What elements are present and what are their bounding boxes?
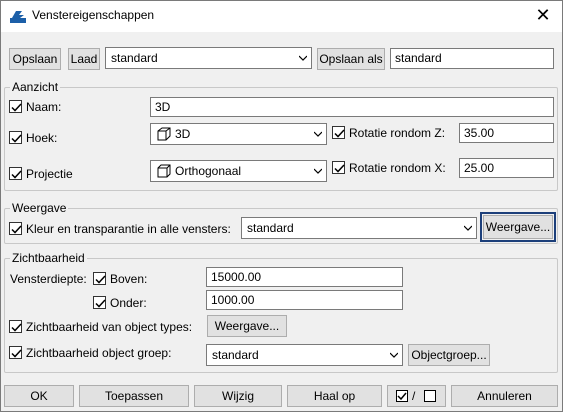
checkmark-icon bbox=[11, 134, 22, 143]
checkmark-icon bbox=[11, 103, 22, 112]
rotatie-x-checkbox[interactable] bbox=[332, 161, 345, 174]
hoek-label: Hoek: bbox=[26, 131, 58, 145]
checked-box-icon bbox=[396, 390, 408, 402]
onder-input[interactable]: 1000.00 bbox=[206, 290, 403, 310]
rotatie-x-label: Rotatie rondom X: bbox=[349, 161, 446, 175]
object-types-label: Zichtbaarheid van object types: bbox=[26, 320, 193, 334]
onder-checkbox[interactable] bbox=[93, 296, 106, 309]
object-types-weergave-button[interactable]: Weergave... bbox=[207, 315, 287, 337]
hoek-select[interactable]: 3D bbox=[150, 123, 327, 145]
wijzig-button[interactable]: Wijzig bbox=[194, 385, 282, 407]
object-groep-label: Zichtbaarheid object groep: bbox=[26, 346, 172, 360]
orthographic-cube-icon bbox=[157, 164, 171, 178]
load-button[interactable]: Laad bbox=[68, 48, 100, 70]
chevron-down-icon bbox=[299, 55, 307, 61]
boven-input[interactable]: 15000.00 bbox=[206, 267, 403, 287]
weergave-button[interactable]: Weergave... bbox=[483, 215, 553, 239]
projectie-select[interactable]: Orthogonaal bbox=[150, 160, 327, 182]
haal-op-button[interactable]: Haal op bbox=[287, 385, 382, 407]
chevron-down-icon bbox=[314, 168, 322, 174]
boven-label: Boven: bbox=[110, 272, 148, 286]
toepassen-button[interactable]: Toepassen bbox=[79, 385, 189, 407]
close-icon[interactable]: ✕ bbox=[531, 3, 555, 27]
preset-select[interactable]: standard bbox=[105, 47, 312, 69]
chevron-down-icon bbox=[390, 352, 398, 358]
zichtbaarheid-group-label: Zichtbaarheid bbox=[10, 251, 87, 265]
object-groep-select[interactable]: standard bbox=[206, 344, 403, 366]
naam-input[interactable]: 3D bbox=[150, 97, 554, 117]
kleur-checkbox[interactable] bbox=[9, 222, 22, 235]
weergave-group-label: Weergave bbox=[10, 201, 69, 215]
kleur-select[interactable]: standard bbox=[241, 217, 477, 239]
object-groep-checkbox[interactable] bbox=[9, 346, 22, 359]
annuleren-button[interactable]: Annuleren bbox=[451, 385, 558, 407]
object-groep-select-value: standard bbox=[212, 348, 259, 362]
checkmark-icon bbox=[334, 164, 345, 173]
projectie-label: Projectie bbox=[26, 167, 73, 181]
kleur-label: Kleur en transparantie in alle vensters: bbox=[26, 222, 231, 236]
onder-label: Onder: bbox=[110, 296, 147, 310]
rotatie-z-checkbox[interactable] bbox=[332, 126, 345, 139]
objectgroep-button[interactable]: Objectgroep... bbox=[408, 344, 490, 366]
save-as-button[interactable]: Opslaan als bbox=[317, 48, 385, 70]
ok-button[interactable]: OK bbox=[4, 385, 74, 407]
kleur-select-value: standard bbox=[247, 221, 294, 235]
save-as-input[interactable]: standard bbox=[390, 48, 554, 69]
hoek-checkbox[interactable] bbox=[9, 131, 22, 144]
checkmark-icon bbox=[11, 323, 22, 332]
hoek-select-value: 3D bbox=[175, 127, 191, 141]
projectie-select-value: Orthogonaal bbox=[175, 164, 242, 178]
projectie-checkbox[interactable] bbox=[9, 167, 22, 180]
chevron-down-icon bbox=[314, 131, 322, 137]
window-properties-icon bbox=[10, 9, 26, 23]
slash-separator: / bbox=[412, 389, 416, 403]
checkmark-icon bbox=[95, 299, 106, 308]
vensterdiepte-label: Vensterdiepte: bbox=[10, 272, 87, 286]
unchecked-box-icon bbox=[424, 390, 436, 402]
save-button[interactable]: Opslaan bbox=[9, 48, 61, 70]
toggle-all-checkboxes-button[interactable]: / bbox=[387, 385, 446, 407]
checkmark-icon bbox=[95, 275, 106, 284]
preset-select-value: standard bbox=[111, 51, 158, 65]
rotatie-x-input[interactable]: 25.00 bbox=[459, 158, 554, 178]
checkmark-icon bbox=[11, 349, 22, 358]
naam-label: Naam: bbox=[26, 100, 62, 114]
checkmark-icon bbox=[334, 129, 345, 138]
chevron-down-icon bbox=[464, 225, 472, 231]
cube-icon bbox=[157, 127, 171, 141]
object-types-checkbox[interactable] bbox=[9, 320, 22, 333]
naam-checkbox[interactable] bbox=[9, 100, 22, 113]
rotatie-z-input[interactable]: 35.00 bbox=[459, 123, 554, 143]
window-title: Venstereigenschappen bbox=[32, 8, 155, 22]
aanzicht-group-label: Aanzicht bbox=[10, 80, 61, 94]
checkmark-icon bbox=[11, 170, 22, 179]
checkmark-icon bbox=[11, 225, 22, 234]
rotatie-z-label: Rotatie rondom Z: bbox=[349, 126, 446, 140]
boven-checkbox[interactable] bbox=[93, 272, 106, 285]
